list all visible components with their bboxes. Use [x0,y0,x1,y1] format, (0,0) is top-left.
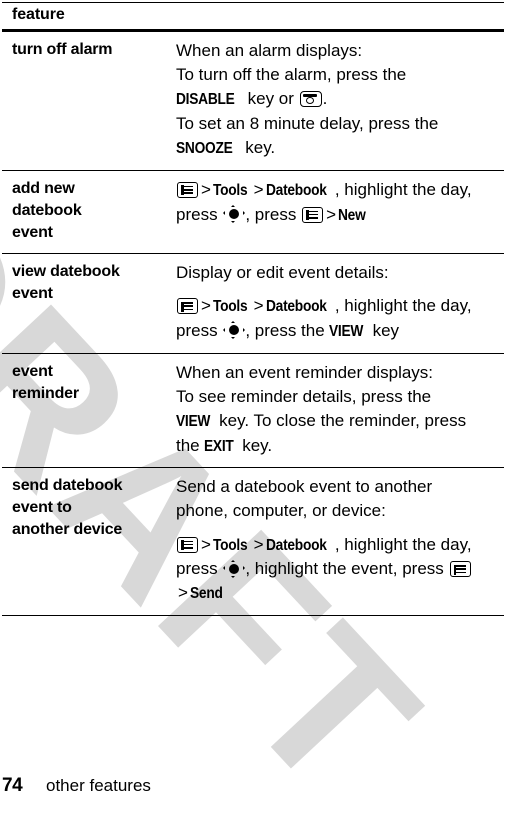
desc-line: To see reminder details, press the [176,386,432,406]
desc-line: key. [242,435,273,455]
desc-line: To set an 8 minute delay, press the [176,113,439,133]
path-separator: > [201,179,211,199]
menu-path: > Tools > Datebook, highlight the day, pres… [176,178,494,227]
feature-name-line: reminder [12,384,79,402]
menu-key-icon [177,298,198,315]
feature-name-line: add new [12,179,75,197]
page-footer: 74 other features [2,775,502,797]
path-separator: > [201,534,211,554]
end-key-icon [299,91,322,108]
desc-line: Send a datebook event to another [176,477,433,497]
column-header-description [174,2,504,32]
column-header-feature: feature [2,2,174,32]
path-separator: > [253,296,264,316]
feature-name-line: datebook [12,201,82,219]
key-label-view: VIEW [176,412,211,430]
feature-name-line: event to [12,499,72,517]
table-row: turn off alarm When an alarm displays: T… [2,30,504,171]
description-intro: Display or edit event details: [176,263,389,283]
desc-line: the [176,435,200,455]
desc-line: When an event reminder displays: [176,362,434,382]
table-row: view datebook event Display or edit even… [2,253,504,354]
menu-item-new: New [338,206,366,224]
description-intro: Send a datebook event to another phone, … [176,475,494,523]
path-instruction: , highlight the day, [334,296,472,316]
desc-line: key or [247,89,294,109]
menu-key-icon [177,536,198,553]
key-label-view: VIEW [329,322,364,340]
path-instruction: , highlight the day, [334,179,472,199]
manual-page: feature turn off alarm When an alarm dis… [0,0,508,815]
key-label-snooze: SNOOZE [176,140,233,158]
menu-path: > Tools > Datebook, highlight the day, pres… [176,533,494,607]
menu-item-tools: Tools [212,298,248,316]
desc-line: key. To close the reminder, press [219,410,467,430]
key-label-disable: DISABLE [176,91,235,109]
menu-item-tools: Tools [212,181,248,199]
table-row: event reminder When an event reminder di… [2,353,504,469]
desc-line: phone, computer, or device: [176,501,386,521]
desc-line: To turn off the alarm, press the [176,65,407,85]
feature-name-add-new-datebook-event: add new datebook event [2,170,174,255]
path-separator: > [253,179,264,199]
menu-key-icon [449,561,471,578]
feature-name-line: send datebook [12,477,123,495]
center-select-key-icon [222,321,245,340]
path-instruction: press [176,559,218,579]
feature-name-view-datebook-event: view datebook event [2,253,174,354]
menu-item-datebook: Datebook [265,536,327,554]
table-row: send datebook event to another device Se… [2,467,504,617]
center-select-key-icon [222,559,245,578]
feature-name-turn-off-alarm: turn off alarm [2,30,174,171]
feature-name-line: event [12,285,53,303]
desc-line: key. [245,138,276,158]
feature-name-send-datebook-event: send datebook event to another device [2,467,174,617]
table-header-row: feature [2,2,504,32]
path-separator: > [253,534,264,554]
path-instruction: press [176,204,218,224]
feature-name-line: event [12,362,53,380]
feature-description-turn-off-alarm: When an alarm displays: To turn off the … [174,30,504,171]
feature-description-send-datebook-event: Send a datebook event to another phone, … [174,467,504,617]
path-instruction: , press [245,204,297,224]
feature-table: feature turn off alarm When an alarm dis… [2,2,504,617]
menu-path: > Tools > Datebook, highlight the day, pres… [176,294,494,343]
path-separator: > [201,296,211,316]
path-instruction: press [176,320,218,340]
menu-item-datebook: Datebook [265,181,327,199]
feature-description-event-reminder: When an event reminder displays: To see … [174,353,504,469]
feature-description-add-new-datebook-event: > Tools > Datebook, highlight the day, pres… [174,170,504,255]
description-paragraph: When an alarm displays: To turn off the … [176,39,494,161]
path-instruction: , highlight the event, press [245,559,444,579]
path-instruction: , press the [245,320,325,340]
menu-key-icon [302,206,324,223]
feature-name-event-reminder: event reminder [2,353,174,469]
feature-description-view-datebook-event: Display or edit event details: > Tools > Da… [174,253,504,354]
key-label-exit: EXIT [204,437,234,455]
menu-item-tools: Tools [212,536,248,554]
menu-item-send: Send [189,585,223,603]
path-separator: > [178,583,188,603]
path-separator: > [326,204,337,224]
table-row: add new datebook event > Tools > Datebook, … [2,170,504,255]
menu-key-icon [177,181,198,198]
desc-line: . [322,89,328,109]
menu-item-datebook: Datebook [265,298,327,316]
desc-line: When an alarm displays: [176,41,363,60]
feature-name-line: another device [12,521,123,539]
page-number: 74 [2,775,23,796]
path-instruction: , highlight the day, [334,534,472,554]
description-paragraph: When an event reminder displays: To see … [176,361,494,459]
feature-name-line: view datebook [12,263,120,281]
feature-name-line: event [12,223,53,241]
footer-section-name: other features [46,776,151,795]
center-select-key-icon [222,204,245,224]
path-instruction: key [372,320,400,340]
